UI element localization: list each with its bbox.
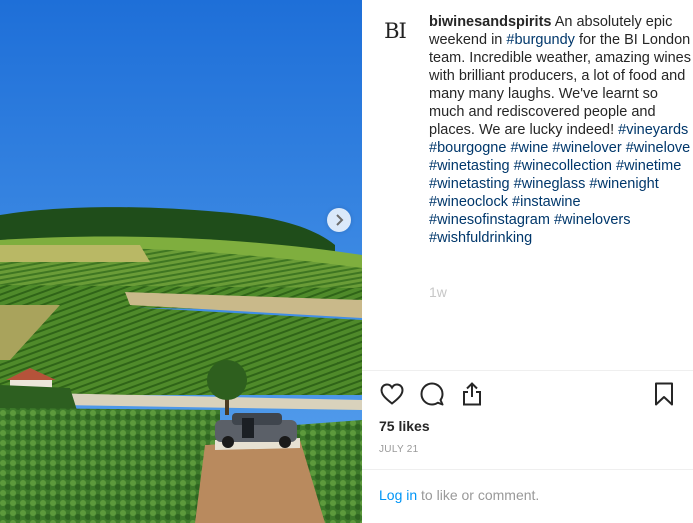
comment-button[interactable] bbox=[419, 382, 445, 411]
hashtag-link[interactable]: #winelovers bbox=[554, 212, 631, 228]
post-date: JULY 21 bbox=[379, 444, 419, 455]
bookmark-icon bbox=[654, 382, 674, 411]
next-photo-button[interactable] bbox=[327, 208, 351, 232]
username-link[interactable]: biwinesandspirits bbox=[429, 14, 551, 30]
hashtag-link[interactable]: #wineglass bbox=[514, 176, 586, 192]
comment-icon bbox=[420, 382, 444, 411]
hashtag-link[interactable]: #winetime bbox=[616, 158, 681, 174]
hashtag-link[interactable]: #winecollection bbox=[514, 158, 612, 174]
post-details: BI biwinesandspirits An absolutely epic … bbox=[362, 0, 693, 523]
vineyard-image bbox=[0, 0, 362, 523]
post-photo bbox=[0, 0, 362, 523]
post-time[interactable]: 1w bbox=[429, 284, 447, 300]
hashtag-link[interactable]: #winenight bbox=[589, 176, 658, 192]
hashtag-link[interactable]: #vineyards bbox=[618, 122, 688, 138]
hashtag-link[interactable]: #instawine bbox=[512, 194, 581, 210]
login-link[interactable]: Log in bbox=[379, 487, 417, 503]
avatar-logo-text: BI bbox=[384, 19, 407, 43]
login-prompt: Log in to like or comment. bbox=[379, 487, 539, 503]
post-caption: biwinesandspirits An absolutely epic wee… bbox=[429, 13, 691, 247]
caption-text: An absolutely epic weekend in #burgundy … bbox=[429, 14, 691, 246]
chevron-right-icon bbox=[334, 214, 344, 226]
hashtag-link[interactable]: #wine bbox=[510, 140, 548, 156]
like-button[interactable] bbox=[379, 382, 405, 410]
like-count[interactable]: 75 likes bbox=[379, 418, 430, 434]
hashtag-link[interactable]: #winetasting bbox=[429, 158, 510, 174]
hashtag-link[interactable]: #winelover bbox=[552, 140, 621, 156]
hashtag-link[interactable]: #wineoclock bbox=[429, 194, 508, 210]
login-prompt-text: to like or comment. bbox=[417, 487, 540, 503]
hashtag-link[interactable]: #bourgogne bbox=[429, 140, 506, 156]
heart-icon bbox=[380, 382, 404, 410]
share-button[interactable] bbox=[459, 381, 485, 411]
hashtag-link[interactable]: #winelove bbox=[626, 140, 691, 156]
hashtag-link[interactable]: #burgundy bbox=[506, 32, 575, 48]
save-button[interactable] bbox=[651, 382, 677, 411]
hashtag-link[interactable]: #wishfuldrinking bbox=[429, 230, 532, 246]
hashtag-link[interactable]: #winetasting bbox=[429, 176, 510, 192]
hashtag-link[interactable]: #winesofinstagram bbox=[429, 212, 550, 228]
divider bbox=[362, 469, 693, 470]
avatar[interactable]: BI bbox=[380, 16, 410, 46]
action-bar bbox=[379, 381, 679, 411]
share-icon bbox=[460, 381, 484, 411]
divider bbox=[362, 370, 693, 371]
